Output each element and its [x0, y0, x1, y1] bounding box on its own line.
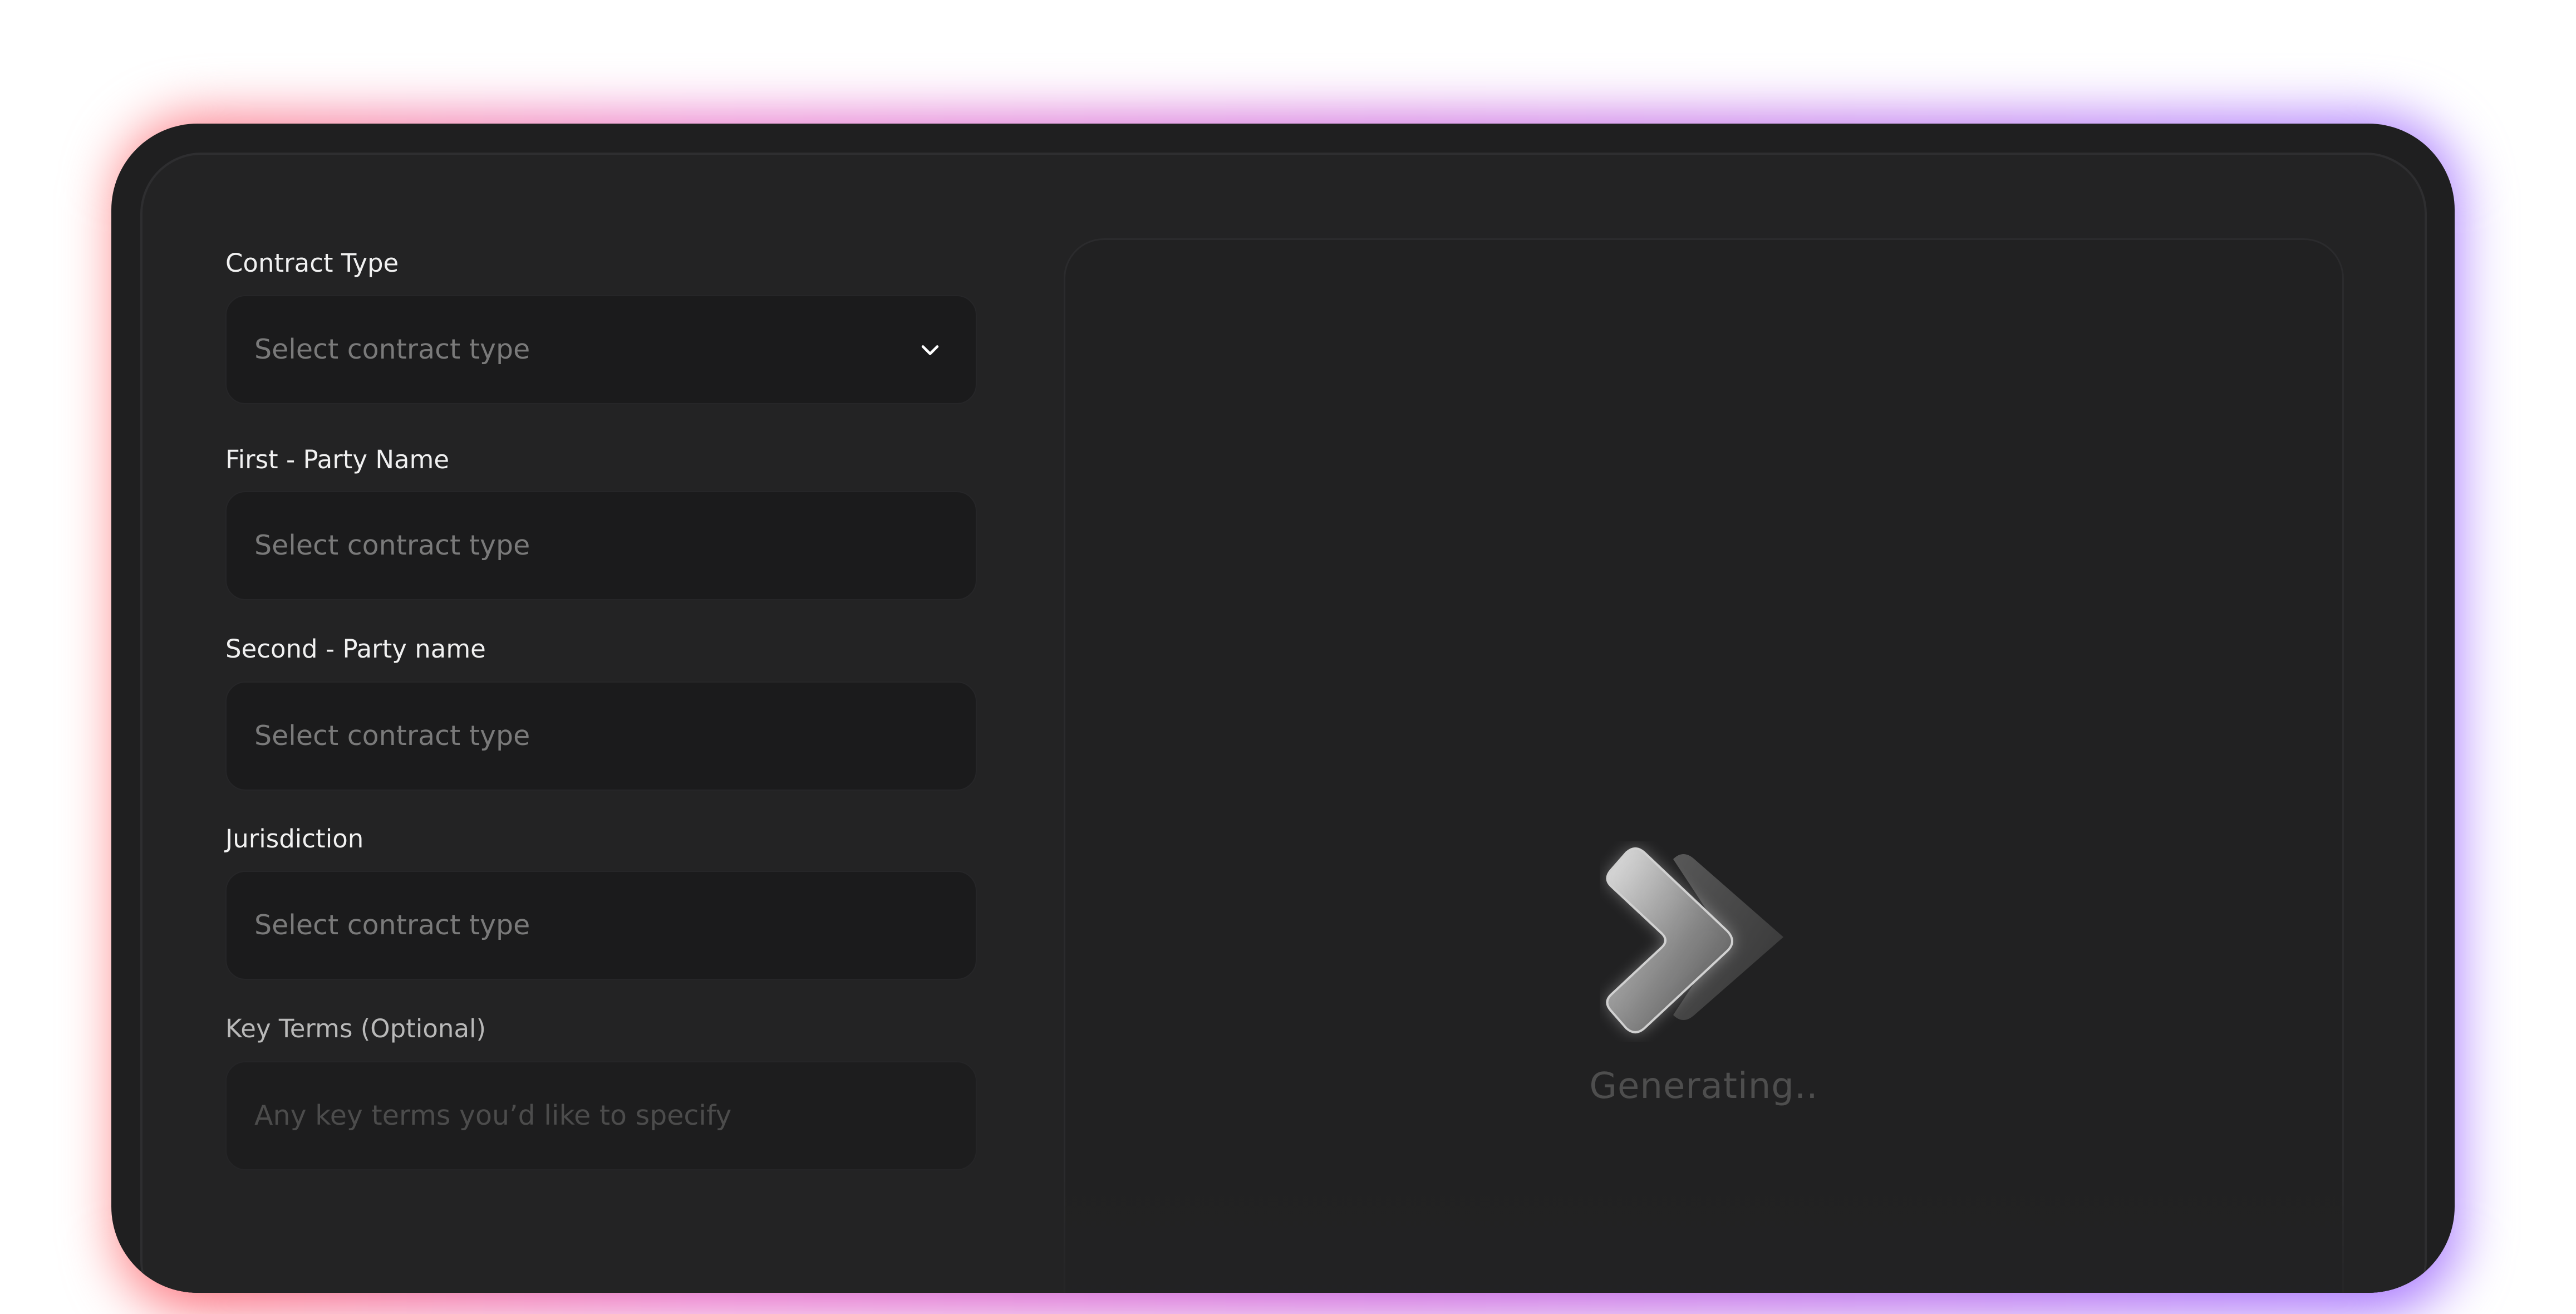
jurisdiction-input[interactable]: Select contract type — [225, 871, 977, 980]
second-party-label: Second - Party name — [225, 634, 486, 664]
preview-panel: Generating.. — [1064, 238, 2344, 1293]
first-party-placeholder: Select contract type — [254, 529, 530, 561]
first-party-label: First - Party Name — [225, 445, 450, 474]
jurisdiction-label: Jurisdiction — [225, 824, 364, 854]
device-frame: Contract Type Select contract type First… — [111, 124, 2455, 1293]
second-party-input[interactable]: Select contract type — [225, 681, 977, 791]
key-terms-input[interactable]: Any key terms you’d like to specify — [225, 1061, 977, 1170]
double-chevron-logo-icon — [1606, 847, 1783, 1033]
generating-status: Generating.. — [1589, 1066, 1818, 1107]
first-party-input[interactable]: Select contract type — [225, 491, 977, 600]
contract-type-select[interactable]: Select contract type — [225, 295, 977, 404]
key-terms-label: Key Terms (Optional) — [225, 1014, 486, 1043]
jurisdiction-placeholder: Select contract type — [254, 909, 530, 941]
contract-type-placeholder: Select contract type — [254, 334, 530, 365]
second-party-placeholder: Select contract type — [254, 720, 530, 752]
key-terms-placeholder: Any key terms you’d like to specify — [254, 1100, 732, 1131]
contract-type-label: Contract Type — [225, 248, 399, 278]
chevron-down-icon — [921, 345, 939, 355]
app-screen: Contract Type Select contract type First… — [140, 153, 2427, 1293]
